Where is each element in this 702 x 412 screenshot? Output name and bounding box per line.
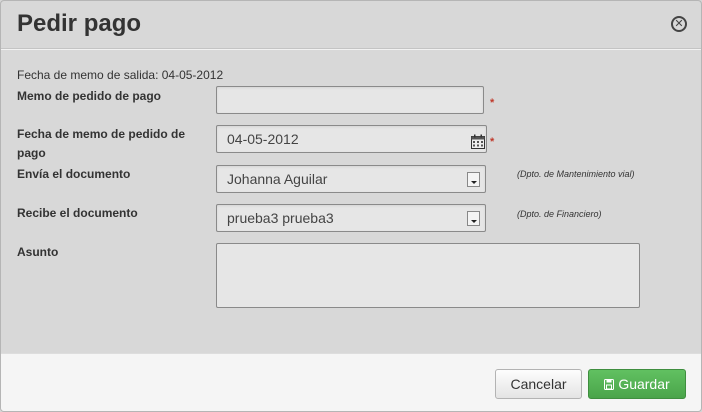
fecha-value: 04-05-2012 — [227, 131, 299, 147]
envia-select[interactable]: Johanna Aguilar — [216, 165, 486, 193]
floppy-disk-icon — [604, 371, 615, 390]
save-button-label: Guardar — [618, 376, 670, 392]
recibe-select[interactable]: prueba3 prueba3 — [216, 204, 486, 232]
recibe-dept-note: (Dpto. de Financiero) — [517, 209, 602, 219]
recibe-label: Recibe el documento — [17, 206, 138, 220]
envia-dept-note: (Dpto. de Mantenimiento vial) — [517, 169, 635, 179]
fecha-salida-info: Fecha de memo de salida: 04-05-2012 — [17, 68, 224, 82]
close-icon[interactable]: ✕ — [671, 16, 687, 32]
chevron-down-icon — [467, 211, 480, 226]
recibe-selected-value: prueba3 prueba3 — [227, 210, 334, 226]
calendar-icon[interactable] — [471, 131, 485, 149]
dialog-body: Fecha de memo de salida: 04-05-2012 Memo… — [1, 51, 701, 351]
envia-selected-value: Johanna Aguilar — [227, 171, 328, 187]
pedir-pago-dialog: Pedir pago ✕ Fecha de memo de salida: 04… — [0, 0, 702, 412]
dialog-footer: Cancelar Guardar — [1, 353, 701, 411]
asunto-textarea[interactable] — [216, 243, 640, 308]
required-marker: * — [490, 136, 495, 148]
save-button[interactable]: Guardar — [588, 369, 686, 399]
chevron-down-icon — [467, 172, 480, 187]
memo-label: Memo de pedido de pago — [17, 89, 162, 103]
fecha-input[interactable]: 04-05-2012 — [216, 125, 487, 153]
fecha-label: Fecha de memo de pedido de pago — [17, 127, 186, 160]
dialog-header: Pedir pago ✕ — [1, 1, 701, 50]
required-marker: * — [490, 97, 495, 109]
cancel-button[interactable]: Cancelar — [495, 369, 582, 399]
dialog-title: Pedir pago — [17, 10, 142, 37]
memo-input[interactable] — [216, 86, 484, 114]
envia-label: Envía el documento — [17, 167, 131, 181]
asunto-label: Asunto — [17, 245, 59, 259]
